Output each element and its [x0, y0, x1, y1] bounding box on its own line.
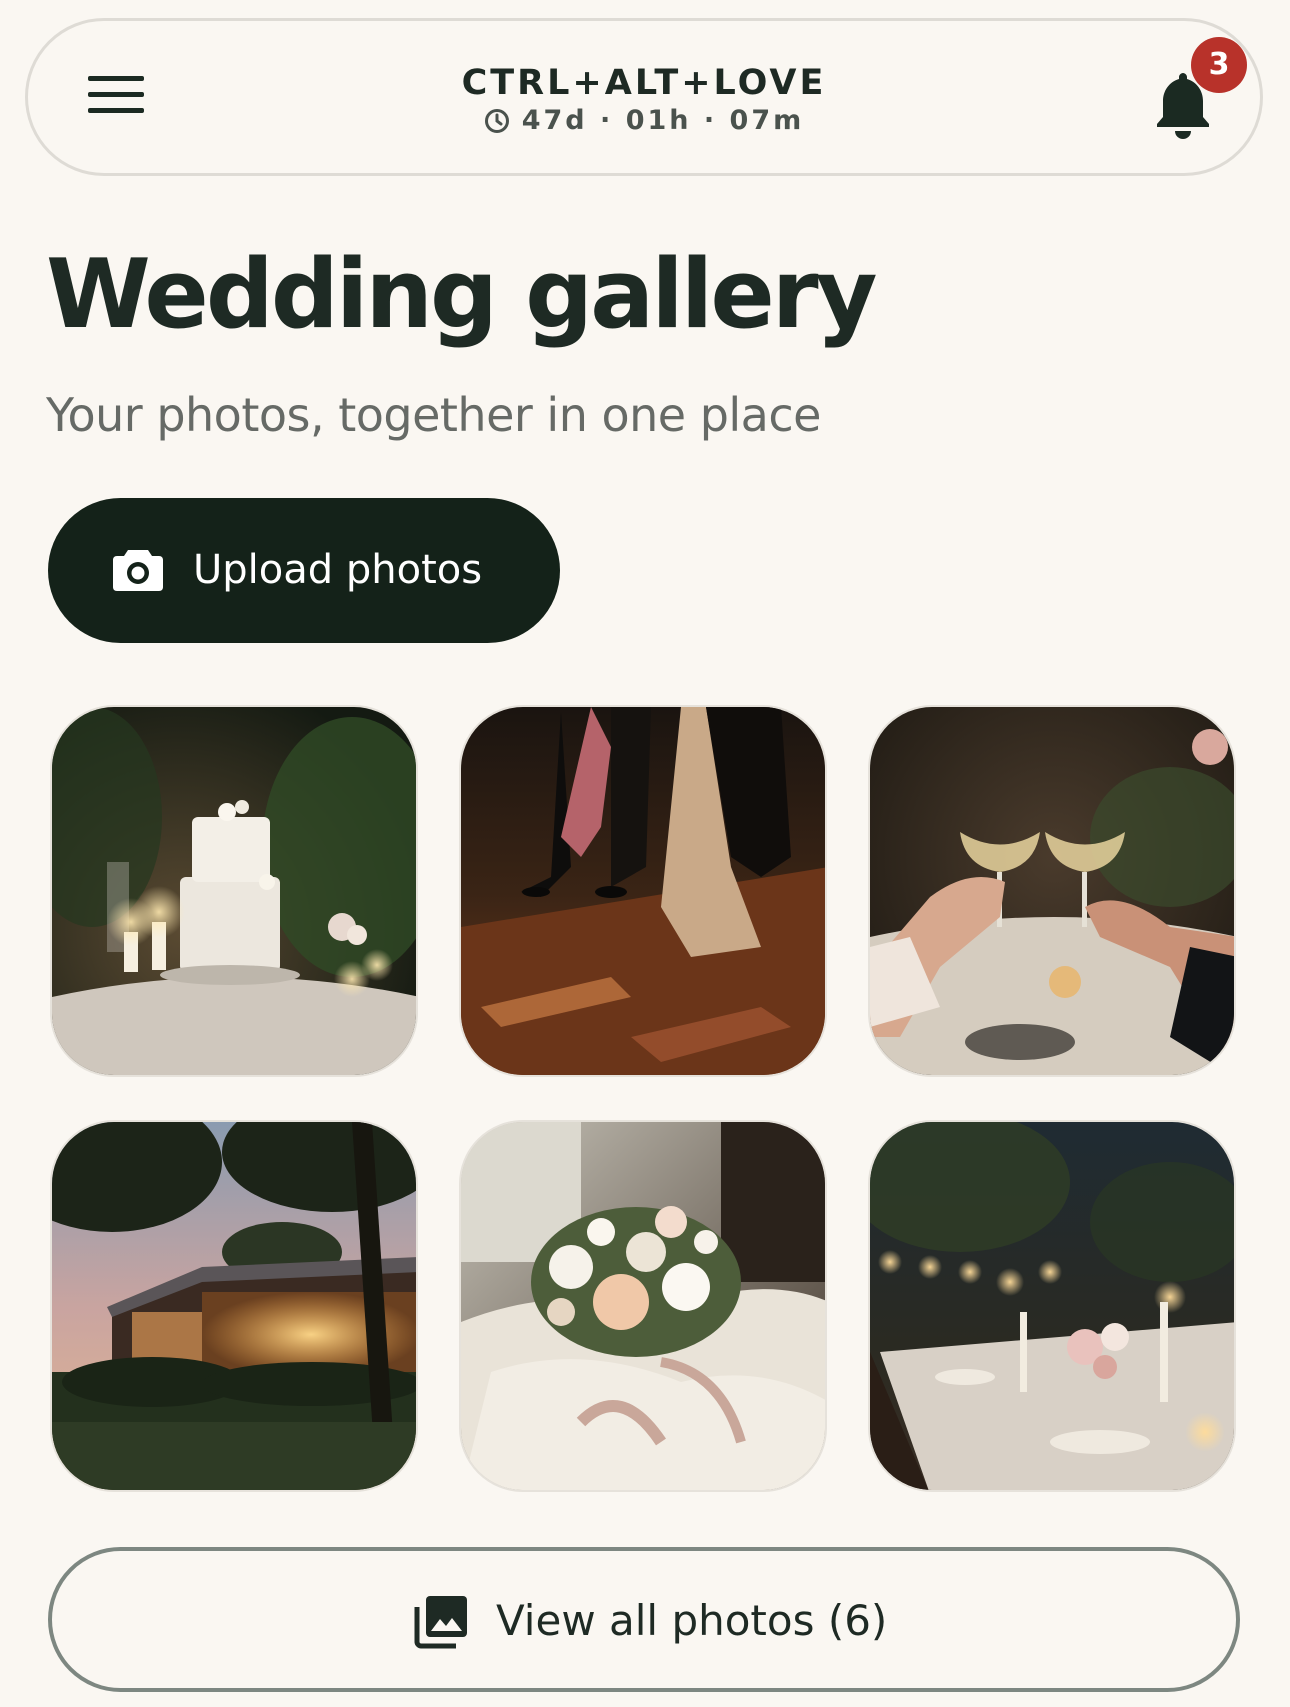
brand-block: CTRL+ALT+LOVE 47d · 01h · 07m [28, 63, 1260, 139]
photo-venue-dusk [52, 1122, 416, 1490]
photo-library-icon [414, 1596, 467, 1649]
brand-title: CTRL+ALT+LOVE [461, 63, 827, 103]
countdown: 47d · 01h · 07m [484, 105, 805, 137]
page-subtitle: Your photos, together in one place [46, 388, 821, 442]
notification-badge: 3 [1191, 37, 1247, 93]
photo-tile-dance[interactable] [459, 705, 827, 1077]
photo-tile-toast[interactable] [868, 705, 1236, 1077]
camera-icon [113, 550, 163, 591]
view-all-photos-button[interactable]: View all photos (6) [48, 1547, 1240, 1692]
view-all-photos-label: View all photos (6) [496, 1596, 888, 1645]
upload-photos-label: Upload photos [193, 547, 483, 593]
clock-icon [484, 109, 509, 133]
upload-photos-button[interactable]: Upload photos [48, 498, 560, 643]
photo-tile-venue[interactable] [50, 1120, 418, 1492]
photo-bridal-bouquet [461, 1122, 825, 1490]
photo-wedding-cake [52, 707, 416, 1075]
photo-champagne-toast [870, 707, 1234, 1075]
photo-tile-bouquet[interactable] [459, 1120, 827, 1492]
photo-reception-table [870, 1122, 1234, 1490]
top-bar: CTRL+ALT+LOVE 47d · 01h · 07m 3 [25, 18, 1263, 176]
photo-dancing-guests [461, 707, 825, 1075]
photo-tile-reception[interactable] [868, 1120, 1236, 1492]
countdown-text: 47d · 01h · 07m [521, 105, 805, 136]
page-title: Wedding gallery [46, 240, 878, 350]
photo-tile-cake[interactable] [50, 705, 418, 1077]
